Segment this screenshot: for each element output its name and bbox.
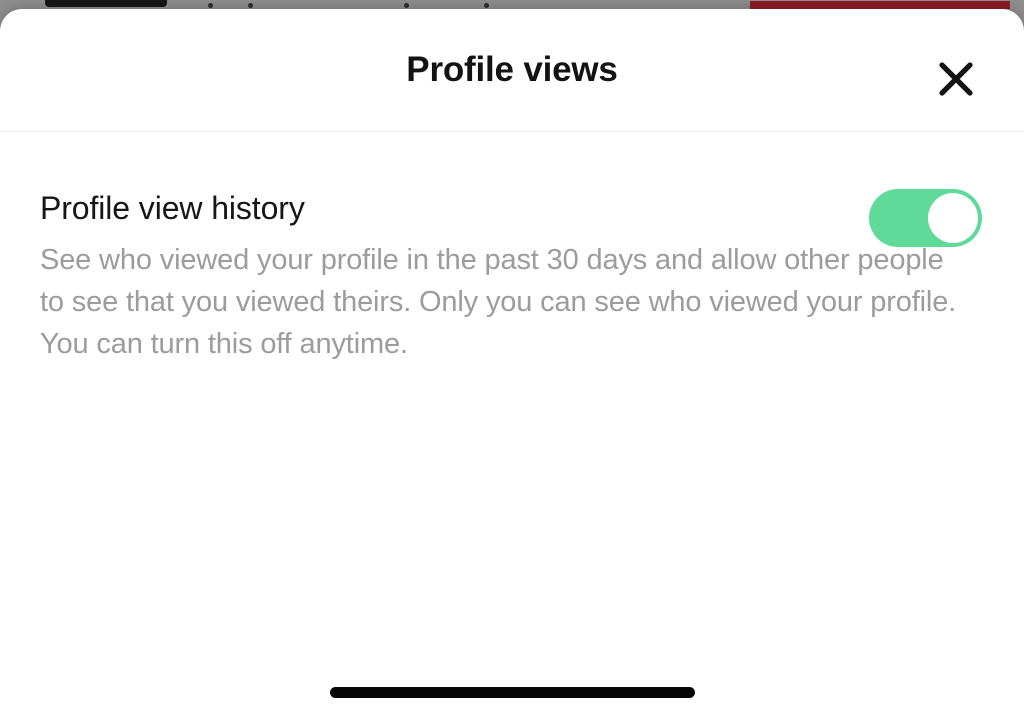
- toggle-knob: [928, 193, 978, 243]
- setting-description: See who viewed your profile in the past …: [40, 244, 957, 360]
- background-accent-bar: [750, 1, 1010, 9]
- background-dot: [404, 3, 409, 8]
- setting-title: Profile view history: [40, 190, 305, 226]
- background-dot: [208, 3, 213, 8]
- page-title: Profile views: [406, 50, 618, 89]
- close-icon: [935, 58, 977, 100]
- sheet-body: Profile view history See who viewed your…: [0, 132, 1024, 365]
- profile-view-history-toggle[interactable]: [869, 189, 982, 247]
- home-indicator: [330, 687, 695, 698]
- close-button[interactable]: [930, 53, 982, 105]
- background-dot: [248, 3, 253, 8]
- setting-row-profile-view-history: Profile view history: [40, 132, 984, 247]
- sheet-header: Profile views: [0, 9, 1024, 132]
- status-bar-pill: [45, 0, 167, 7]
- profile-views-sheet: Profile views Profile view history See w…: [0, 9, 1024, 724]
- background-dot: [484, 3, 489, 8]
